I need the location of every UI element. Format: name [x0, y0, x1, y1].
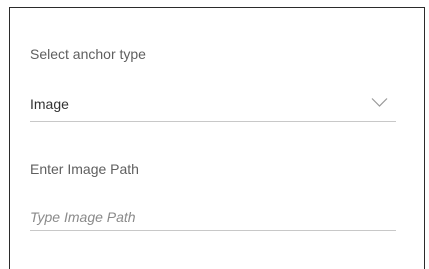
image-path-label: Enter Image Path [30, 161, 139, 177]
image-path-input[interactable] [30, 203, 396, 231]
chevron-down-icon[interactable] [371, 97, 388, 108]
anchor-type-selected-value: Image [30, 96, 69, 112]
anchor-type-label: Select anchor type [30, 46, 146, 62]
anchor-type-select[interactable]: Image [30, 95, 396, 122]
anchor-settings-panel: Select anchor type Image Enter Image Pat… [9, 7, 425, 269]
